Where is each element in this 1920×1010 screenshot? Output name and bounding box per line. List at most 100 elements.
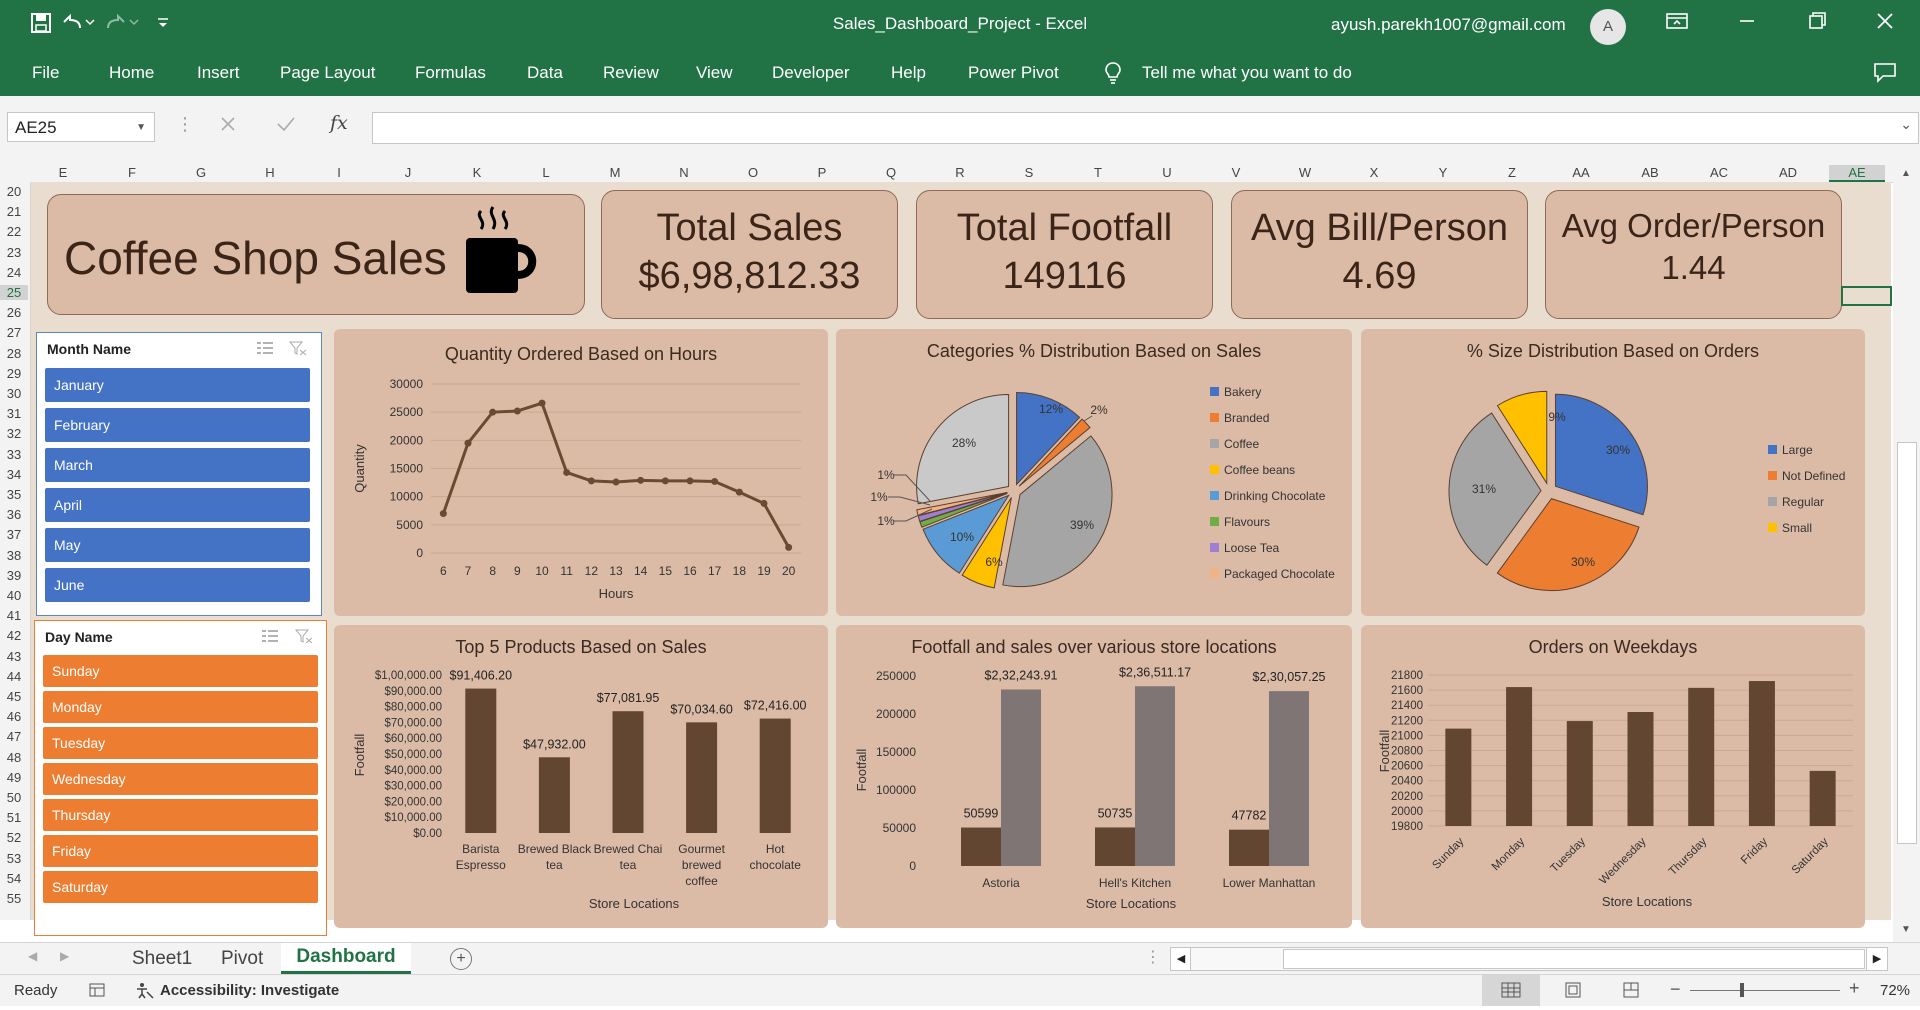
row-header[interactable]: 34 bbox=[0, 467, 28, 482]
row-header[interactable]: 21 bbox=[0, 204, 28, 219]
tab-data[interactable]: Data bbox=[527, 63, 563, 83]
row-header[interactable]: 39 bbox=[0, 568, 28, 583]
sheet-tab-sheet1[interactable]: Sheet1 bbox=[132, 945, 192, 973]
row-header[interactable]: 46 bbox=[0, 709, 28, 724]
column-header[interactable]: N bbox=[664, 165, 704, 180]
column-header[interactable]: Y bbox=[1423, 165, 1463, 180]
split-handle-icon[interactable]: ⋮ bbox=[1145, 947, 1161, 967]
accessibility-status[interactable]: Accessibility: Investigate bbox=[160, 982, 339, 999]
column-header[interactable]: X bbox=[1354, 165, 1394, 180]
row-header[interactable]: 45 bbox=[0, 689, 28, 704]
selected-cell[interactable] bbox=[1841, 286, 1892, 306]
minimize-icon[interactable] bbox=[1736, 10, 1758, 38]
accessibility-icon[interactable] bbox=[134, 981, 154, 1003]
row-header[interactable]: 22 bbox=[0, 224, 28, 239]
row-header[interactable]: 36 bbox=[0, 507, 28, 522]
page-break-view-icon[interactable] bbox=[1621, 981, 1641, 1003]
chart-category-distribution[interactable]: Categories % Distribution Based on Sales… bbox=[836, 329, 1352, 616]
row-header[interactable]: 35 bbox=[0, 487, 28, 502]
column-header[interactable]: L bbox=[526, 165, 566, 180]
tab-file[interactable]: File bbox=[32, 63, 59, 83]
column-header[interactable]: P bbox=[802, 165, 842, 180]
tab-insert[interactable]: Insert bbox=[197, 63, 240, 83]
name-box[interactable]: AE25 ▼ bbox=[7, 112, 155, 142]
row-header[interactable]: 51 bbox=[0, 810, 28, 825]
row-header[interactable]: 41 bbox=[0, 608, 28, 623]
row-header[interactable]: 38 bbox=[0, 548, 28, 563]
add-sheet-icon[interactable]: + bbox=[450, 948, 472, 970]
column-header[interactable]: AB bbox=[1630, 165, 1670, 180]
macro-record-icon[interactable] bbox=[88, 981, 106, 1003]
scroll-down-icon[interactable]: ▼ bbox=[1901, 924, 1911, 935]
zoom-in-icon[interactable]: + bbox=[1849, 978, 1860, 999]
tab-view[interactable]: View bbox=[696, 63, 733, 83]
column-header[interactable]: W bbox=[1285, 165, 1325, 180]
row-header[interactable]: 55 bbox=[0, 891, 28, 906]
day-item-monday[interactable]: Monday bbox=[43, 691, 318, 723]
tab-developer[interactable]: Developer bbox=[772, 63, 850, 83]
row-header[interactable]: 53 bbox=[0, 851, 28, 866]
row-header[interactable]: 28 bbox=[0, 346, 28, 361]
row-header[interactable]: 49 bbox=[0, 770, 28, 785]
column-header[interactable]: I bbox=[319, 165, 359, 180]
tab-review[interactable]: Review bbox=[603, 63, 659, 83]
next-sheet-icon[interactable]: ▶ bbox=[60, 949, 69, 963]
day-item-tuesday[interactable]: Tuesday bbox=[43, 727, 318, 759]
sheet-tab-pivot[interactable]: Pivot bbox=[221, 945, 263, 973]
clear-filter-icon[interactable] bbox=[294, 628, 313, 649]
multi-select-icon[interactable] bbox=[256, 340, 274, 361]
page-layout-view-icon[interactable] bbox=[1563, 981, 1583, 1003]
row-header[interactable]: 50 bbox=[0, 790, 28, 805]
user-email[interactable]: ayush.parekh1007@gmail.com bbox=[1331, 15, 1566, 35]
clear-filter-icon[interactable] bbox=[288, 340, 307, 361]
formula-input[interactable]: ⌄ bbox=[372, 112, 1919, 144]
column-header[interactable]: AE bbox=[1829, 165, 1885, 182]
column-header[interactable]: U bbox=[1147, 165, 1187, 180]
enter-icon[interactable] bbox=[276, 115, 296, 138]
column-header[interactable]: AC bbox=[1699, 165, 1739, 180]
tab-page-layout[interactable]: Page Layout bbox=[280, 63, 375, 83]
column-header[interactable]: Q bbox=[871, 165, 911, 180]
month-item-march[interactable]: March bbox=[45, 448, 310, 482]
tell-me-search[interactable]: Tell me what you want to do bbox=[1142, 63, 1352, 83]
column-header[interactable]: H bbox=[250, 165, 290, 180]
vertical-scrollbar[interactable]: ▲ ▼ bbox=[1893, 162, 1920, 942]
ribbon-display-options-icon[interactable] bbox=[1664, 10, 1690, 38]
horizontal-scroll-thumb[interactable] bbox=[1283, 949, 1865, 969]
month-item-february[interactable]: February bbox=[45, 408, 310, 442]
row-header[interactable]: 30 bbox=[0, 386, 28, 401]
zoom-out-icon[interactable]: − bbox=[1670, 979, 1681, 1000]
comments-icon[interactable] bbox=[1873, 61, 1897, 88]
column-header[interactable]: R bbox=[940, 165, 980, 180]
row-header[interactable]: 29 bbox=[0, 366, 28, 381]
chart-quantity-by-hour[interactable]: Quantity Ordered Based on Hours 0 5000 100… bbox=[334, 329, 828, 616]
tab-home[interactable]: Home bbox=[109, 63, 154, 83]
day-item-saturday[interactable]: Saturday bbox=[43, 871, 318, 903]
day-item-wednesday[interactable]: Wednesday bbox=[43, 763, 318, 795]
day-item-thursday[interactable]: Thursday bbox=[43, 799, 318, 831]
month-item-january[interactable]: January bbox=[45, 368, 310, 402]
row-header[interactable]: 26 bbox=[0, 305, 28, 320]
column-header[interactable]: O bbox=[733, 165, 773, 180]
row-header[interactable]: 32 bbox=[0, 426, 28, 441]
restore-icon[interactable] bbox=[1806, 10, 1828, 38]
month-item-june[interactable]: June bbox=[45, 568, 310, 602]
row-header[interactable]: 54 bbox=[0, 871, 28, 886]
column-header[interactable]: S bbox=[1009, 165, 1049, 180]
scroll-left-icon[interactable]: ◀ bbox=[1170, 947, 1192, 971]
row-header[interactable]: 52 bbox=[0, 830, 28, 845]
avatar[interactable]: A bbox=[1590, 9, 1626, 45]
chart-top-products[interactable]: Top 5 Products Based on Sales $0.00 $10,0… bbox=[334, 625, 828, 928]
column-header[interactable]: AA bbox=[1561, 165, 1601, 180]
column-header[interactable]: F bbox=[112, 165, 152, 180]
row-header[interactable]: 25 bbox=[0, 285, 28, 300]
column-header[interactable]: AD bbox=[1768, 165, 1808, 180]
column-header[interactable]: G bbox=[181, 165, 221, 180]
multi-select-icon[interactable] bbox=[261, 628, 279, 649]
scroll-up-icon[interactable]: ▲ bbox=[1901, 168, 1911, 179]
row-header[interactable]: 33 bbox=[0, 447, 28, 462]
chart-orders-weekdays[interactable]: Orders on Weekdays 19800 20000 20200 20400 2… bbox=[1361, 625, 1865, 928]
column-header[interactable]: V bbox=[1216, 165, 1256, 180]
zoom-slider-thumb[interactable] bbox=[1740, 983, 1744, 997]
tab-formulas[interactable]: Formulas bbox=[415, 63, 486, 83]
